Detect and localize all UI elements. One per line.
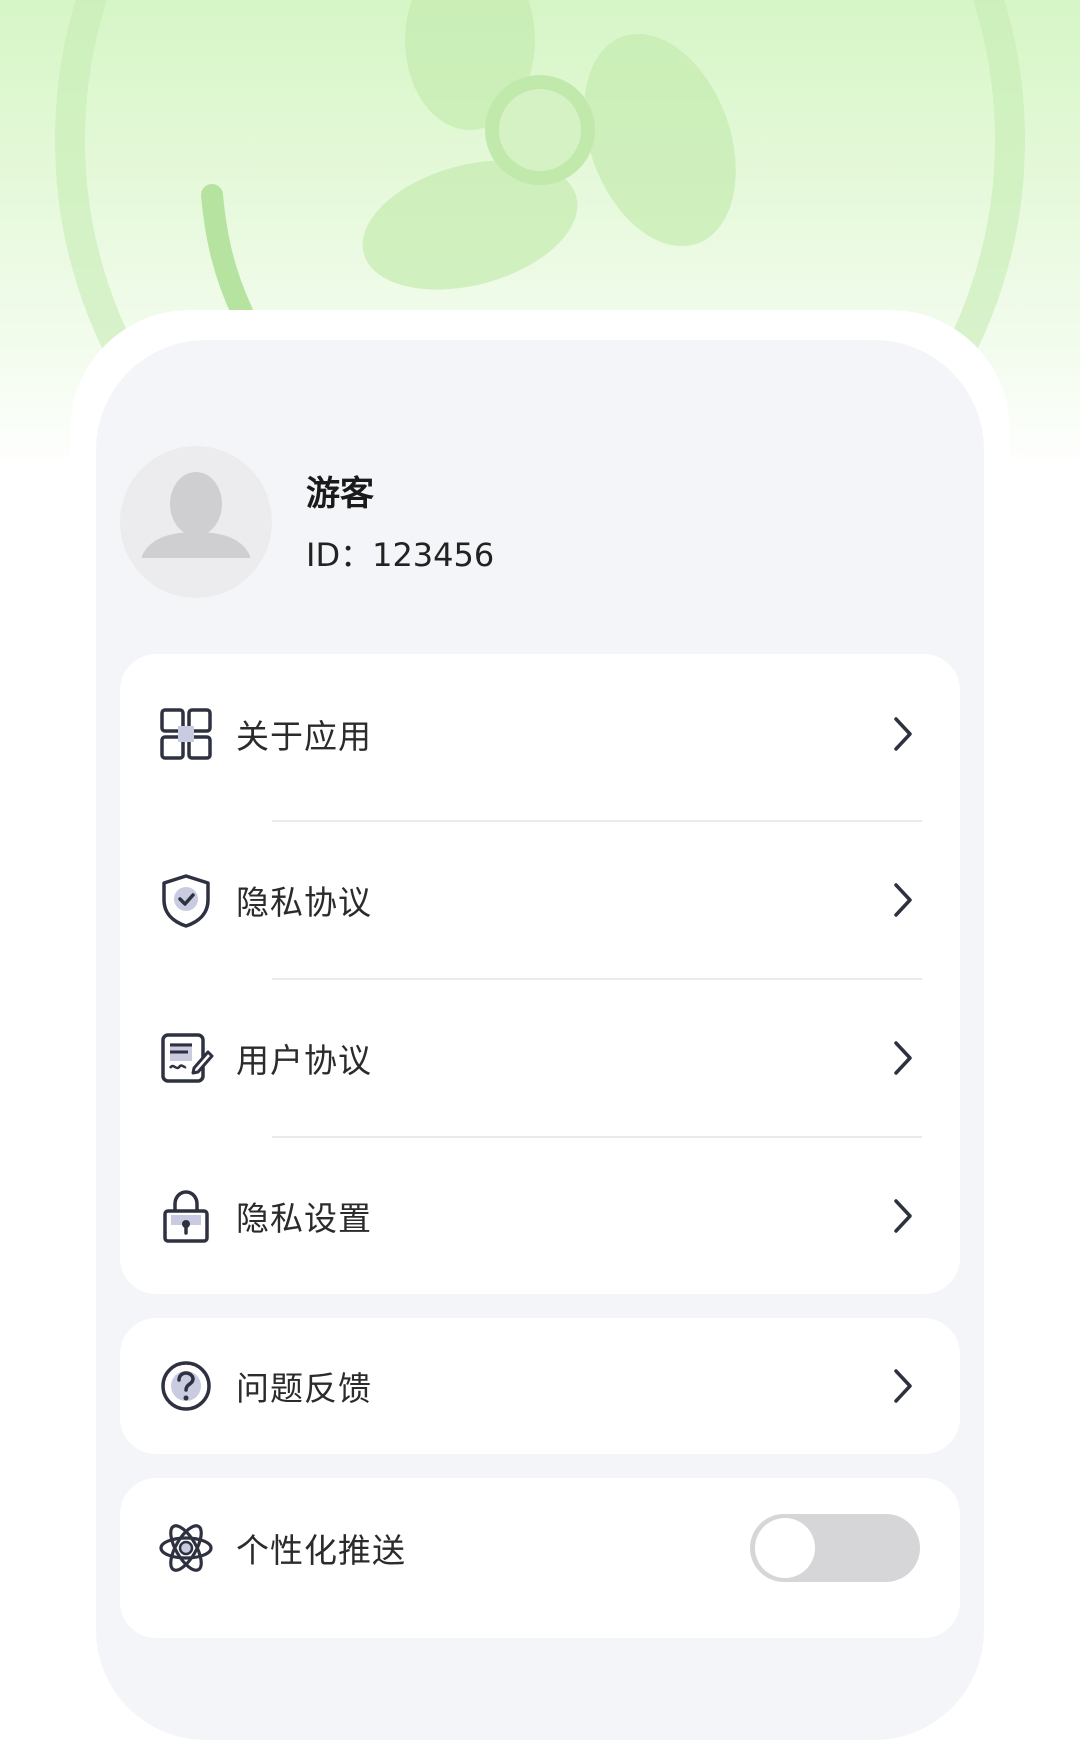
menu-item-privacy-settings[interactable]: 隐私设置 — [120, 1136, 960, 1296]
chevron-right-icon — [894, 717, 912, 751]
question-circle-icon — [161, 1361, 211, 1411]
chevron-right-icon — [894, 1199, 912, 1233]
avatar[interactable] — [120, 446, 272, 598]
menu-item-label: 隐私协议 — [236, 883, 372, 922]
menu-item-about-app[interactable]: 关于应用 — [120, 654, 960, 814]
chevron-right-icon — [894, 1369, 912, 1403]
menu-item-privacy-agreement[interactable]: 隐私协议 — [120, 820, 960, 980]
menu-item-user-agreement[interactable]: 用户协议 — [120, 978, 960, 1138]
toggle-knob — [755, 1518, 815, 1578]
user-name: 游客 — [306, 474, 374, 514]
atom-icon — [159, 1524, 213, 1572]
menu-item-label: 个性化推送 — [236, 1531, 406, 1570]
user-id: ID：123456 — [306, 536, 495, 574]
chevron-right-icon — [894, 883, 912, 917]
menu-group-feedback: 问题反馈 — [120, 1318, 960, 1454]
menu-item-label: 关于应用 — [236, 717, 372, 756]
grid-icon — [160, 708, 212, 760]
user-silhouette-icon — [142, 472, 250, 558]
shield-check-icon — [162, 874, 210, 928]
menu-item-personalized-push: 个性化推送 — [120, 1478, 960, 1618]
menu-item-feedback[interactable]: 问题反馈 — [120, 1318, 960, 1454]
lock-icon — [163, 1190, 209, 1243]
document-sign-icon — [161, 1033, 214, 1083]
menu-item-label: 问题反馈 — [236, 1369, 372, 1408]
personalized-push-toggle[interactable] — [750, 1514, 920, 1582]
menu-item-label: 用户协议 — [236, 1041, 372, 1080]
chevron-right-icon — [894, 1041, 912, 1075]
menu-group-push: 个性化推送 — [120, 1478, 960, 1638]
menu-item-label: 隐私设置 — [236, 1199, 372, 1238]
menu-group-main: 关于应用 隐私协议 用户协议 隐私设置 — [120, 654, 960, 1294]
